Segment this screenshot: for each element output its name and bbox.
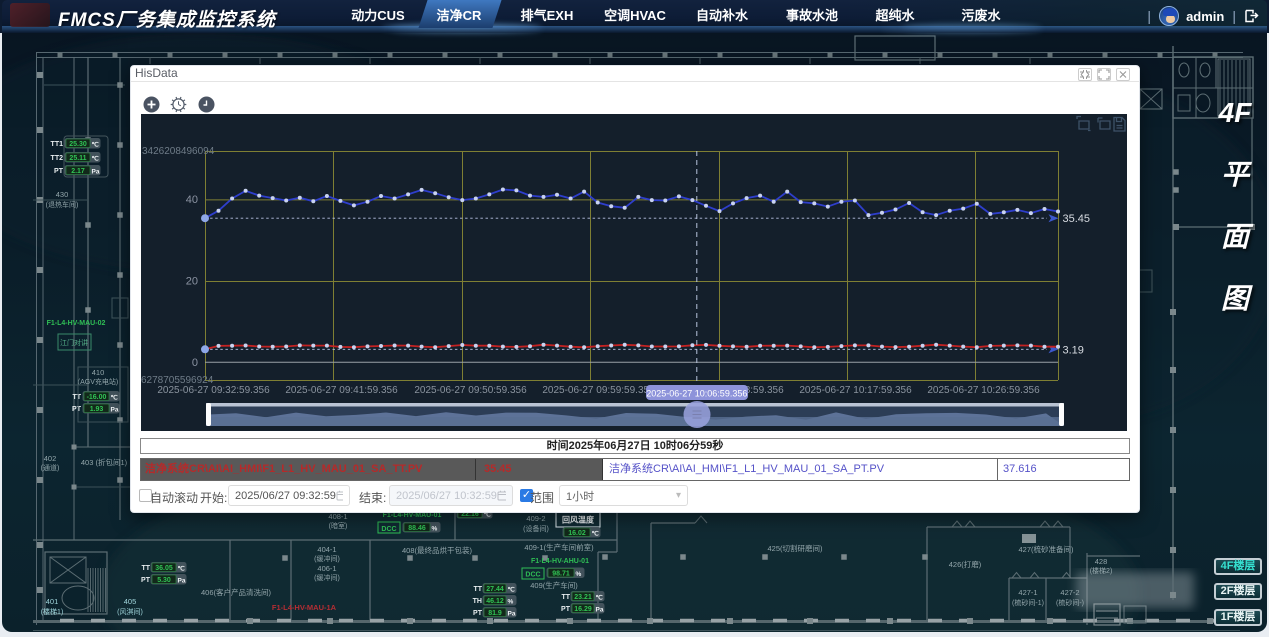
svg-text:℃: ℃ [111, 394, 119, 402]
svg-text:16.02: 16.02 [568, 530, 586, 537]
svg-text:℃: ℃ [92, 141, 100, 149]
svg-text:2025-06-27 10:17:59.356: 2025-06-27 10:17:59.356 [799, 385, 912, 396]
svg-text:Pa: Pa [178, 578, 186, 585]
svg-text:27.44: 27.44 [486, 586, 504, 593]
svg-text:402: 402 [44, 454, 57, 463]
svg-text:2.17: 2.17 [71, 168, 85, 175]
svg-text:3426208496094: 3426208496094 [142, 146, 215, 157]
svg-text:(暗室): (暗室) [329, 521, 348, 530]
svg-text:406-1: 406-1 [317, 564, 336, 573]
svg-text:88.46: 88.46 [408, 525, 426, 532]
svg-text:(缓冲间): (缓冲间) [314, 554, 340, 563]
svg-text:425(切割研磨间): 425(切割研磨间) [767, 543, 823, 553]
svg-text:5.30: 5.30 [157, 577, 171, 584]
svg-text:25.11: 25.11 [69, 155, 86, 162]
svg-text:Pa: Pa [92, 169, 100, 176]
svg-text:46.12: 46.12 [486, 598, 504, 605]
svg-text:PT: PT [561, 606, 571, 613]
svg-text:23.21: 23.21 [574, 594, 592, 601]
svg-text:40: 40 [186, 194, 198, 206]
svg-text:35.45: 35.45 [1063, 213, 1091, 225]
svg-text:36.05: 36.05 [155, 565, 173, 572]
svg-text:%: % [432, 526, 438, 533]
svg-text:404-1: 404-1 [317, 545, 336, 554]
svg-text:25.30: 25.30 [69, 141, 87, 148]
svg-text:℃: ℃ [92, 155, 100, 163]
svg-text:2025-06-27 09:41:59.356: 2025-06-27 09:41:59.356 [285, 385, 398, 396]
svg-text:TT: TT [141, 565, 150, 572]
svg-text:426(打磨): 426(打磨) [949, 559, 982, 569]
svg-text:(设备间): (设备间) [523, 524, 549, 533]
svg-text:(风淇间): (风淇间) [117, 608, 143, 616]
svg-text:3.19: 3.19 [1063, 344, 1084, 356]
svg-text:Pa: Pa [111, 407, 119, 414]
svg-text:20: 20 [186, 276, 198, 288]
svg-text:回风温度: 回风温度 [562, 515, 595, 525]
svg-text:(缓冲间): (缓冲间) [314, 573, 340, 582]
svg-text:430: 430 [56, 190, 69, 199]
svg-text:℃: ℃ [592, 530, 600, 538]
svg-text:PT: PT [72, 406, 82, 413]
svg-text:2025-06-27 10:26:59.356: 2025-06-27 10:26:59.356 [927, 385, 1040, 396]
svg-text:409(生产车间): 409(生产车间) [530, 580, 578, 590]
svg-text:427-1: 427-1 [1018, 588, 1037, 597]
svg-text:TT: TT [561, 594, 570, 601]
svg-text:Pa: Pa [596, 607, 604, 614]
svg-text:TH: TH [473, 598, 482, 605]
svg-text:PT: PT [54, 168, 64, 175]
svg-text:(退热车间): (退热车间) [46, 200, 79, 209]
svg-text:405: 405 [124, 597, 137, 606]
svg-text:16.29: 16.29 [574, 606, 592, 613]
svg-text:TT: TT [72, 394, 81, 401]
svg-text:F1-L4-HV-AHU-01: F1-L4-HV-AHU-01 [531, 558, 589, 565]
svg-text:(楼梯1): (楼梯1) [41, 607, 64, 616]
svg-text:401: 401 [46, 597, 59, 606]
svg-text:PT: PT [141, 577, 151, 584]
svg-text:2025-06-27 09:50:59.356: 2025-06-27 09:50:59.356 [414, 385, 527, 396]
svg-text:℃: ℃ [508, 586, 516, 594]
svg-text:PT: PT [473, 610, 483, 617]
svg-text:2025-06-27 09:32:59.356: 2025-06-27 09:32:59.356 [157, 385, 270, 396]
svg-text:DCC: DCC [381, 526, 396, 533]
svg-text:(通道): (通道) [41, 463, 60, 472]
svg-text:F1-L4-HV-MAU-1A: F1-L4-HV-MAU-1A [272, 603, 337, 612]
svg-text:403 (折包间1): 403 (折包间1) [81, 457, 128, 467]
svg-text:410: 410 [92, 368, 105, 377]
svg-text:408(最终品烘干包装): 408(最终品烘干包装) [402, 545, 473, 555]
svg-text:81.9: 81.9 [488, 610, 502, 617]
svg-text:(梳砂间-1): (梳砂间-1) [1012, 598, 1044, 607]
svg-text:江门对讲: 江门对讲 [60, 338, 88, 347]
svg-text:F1-L4-HV-MAU-01: F1-L4-HV-MAU-01 [383, 512, 442, 519]
svg-text:DCC: DCC [525, 572, 540, 579]
svg-text:TT2: TT2 [51, 155, 64, 162]
svg-text:409-1(生产车间前室): 409-1(生产车间前室) [524, 542, 594, 552]
svg-text:℃: ℃ [178, 565, 186, 573]
svg-text:406(客户产品清洗间): 406(客户产品清洗间) [201, 587, 272, 597]
svg-text:428: 428 [1095, 557, 1108, 566]
svg-text:F1-L4-HV-MAU-02: F1-L4-HV-MAU-02 [47, 320, 106, 327]
svg-text:2025-06-27 10:06:59.356: 2025-06-27 10:06:59.356 [646, 389, 747, 399]
svg-text:%: % [508, 599, 514, 606]
svg-text:TT: TT [473, 586, 482, 593]
svg-text:98.71: 98.71 [552, 571, 570, 578]
svg-text:1.93: 1.93 [90, 406, 104, 413]
svg-text:0: 0 [192, 357, 198, 369]
svg-text:-16.00: -16.00 [87, 394, 107, 401]
svg-text:℃: ℃ [596, 594, 604, 602]
svg-text:2025-06-27 09:59:59.356: 2025-06-27 09:59:59.356 [542, 385, 655, 396]
svg-text:TT1: TT1 [51, 141, 64, 148]
svg-text:408-1: 408-1 [328, 512, 347, 521]
svg-text:Pa: Pa [508, 611, 516, 618]
svg-text:409-2: 409-2 [526, 514, 545, 523]
svg-text:%: % [576, 571, 582, 578]
svg-text:427(梳砂准备间): 427(梳砂准备间) [1018, 544, 1074, 554]
